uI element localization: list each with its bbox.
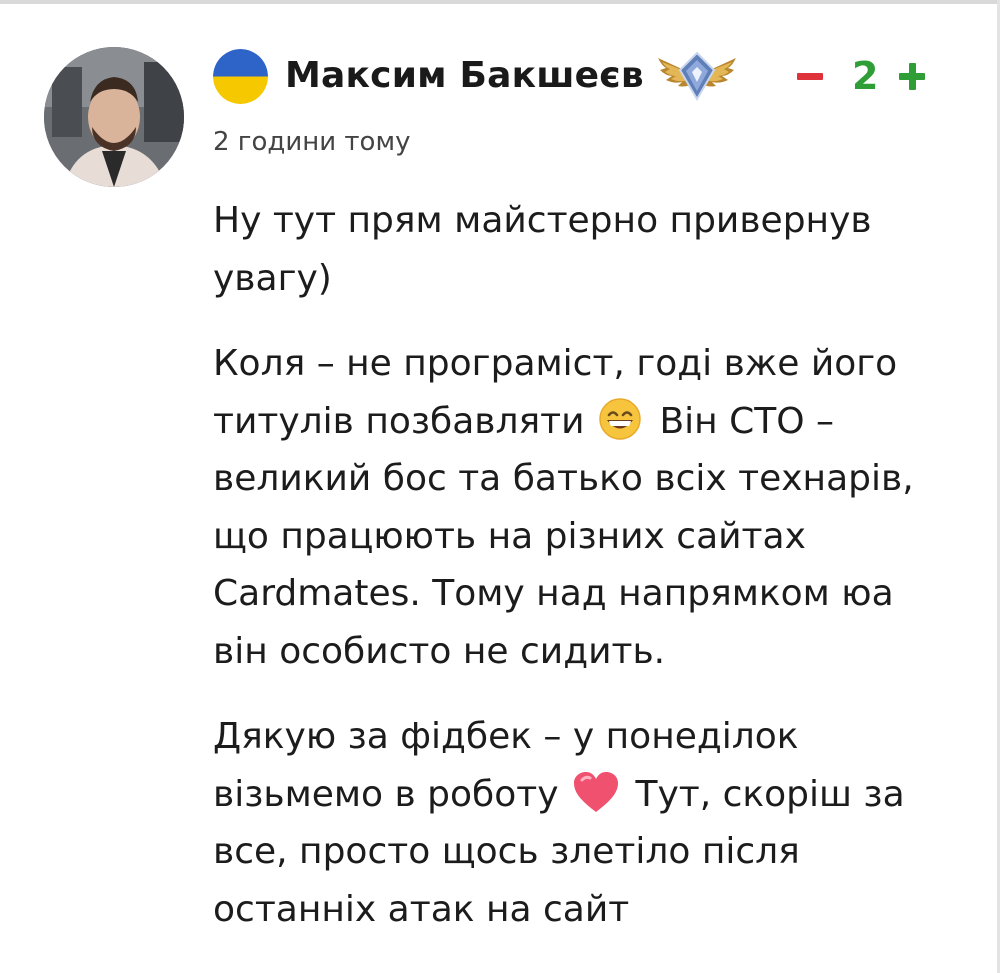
avatar[interactable] (44, 47, 184, 187)
winged-badge-icon (657, 51, 736, 101)
comment-paragraph: Коля – не програміст, годі вже його титу… (213, 335, 953, 680)
grinning-face-emoji (599, 397, 641, 440)
upvote-button[interactable] (892, 46, 932, 106)
comment-paragraph: Дякую за фідбек – у понеділок візьмемо в… (213, 708, 953, 938)
comment-body: Ну тут прям майстерно привернув увагу) К… (213, 192, 953, 966)
comment-text: Ну тут прям майстерно привернув увагу) (213, 200, 872, 299)
vote-controls: 2 (790, 46, 932, 106)
comment-paragraph: Ну тут прям майстерно привернув увагу) (213, 192, 953, 307)
top-border (0, 0, 1000, 4)
avatar-photo (44, 47, 184, 187)
minus-icon (797, 72, 823, 80)
comment-timestamp: 2 години тому (213, 127, 411, 157)
pink-heart-emoji (574, 771, 619, 812)
downvote-button[interactable] (790, 46, 830, 106)
ukraine-flag-icon (213, 48, 268, 104)
vote-count: 2 (852, 54, 879, 98)
comment-header: Максим Бакшеєв (213, 46, 738, 106)
author-name[interactable]: Максим Бакшеєв (285, 46, 644, 106)
